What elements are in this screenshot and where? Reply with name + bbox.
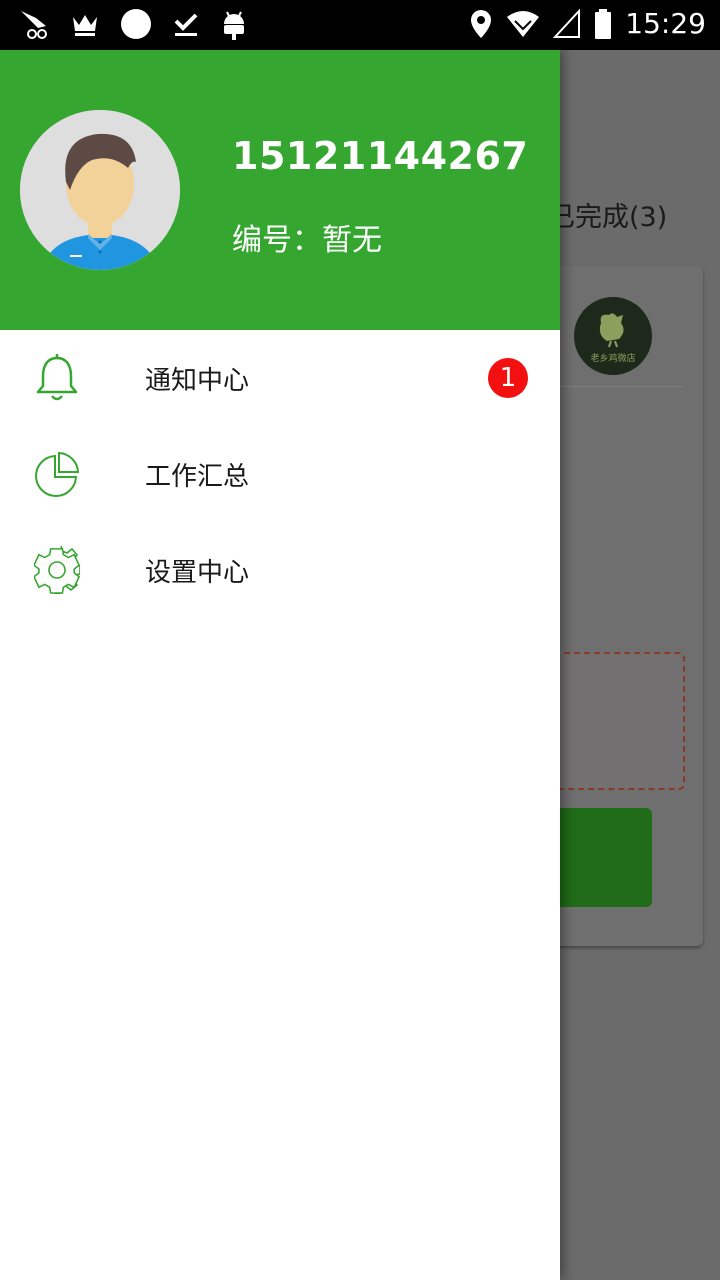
- divider: [560, 386, 684, 387]
- download-done-icon: [172, 9, 200, 39]
- navigation-drawer: 15121144267 编号：暂无 通知中心 1 工作汇总 设置中心: [0, 50, 560, 1280]
- drawer-header: 15121144267 编号：暂无: [0, 50, 560, 330]
- android-icon: [220, 8, 248, 40]
- shop-logo-text: 老乡鸡微店: [590, 353, 636, 364]
- user-code: 编号：暂无: [232, 223, 382, 258]
- gear-icon: [33, 544, 81, 595]
- menu-item-work-summary[interactable]: 工作汇总: [0, 426, 560, 522]
- notification-badge: 1: [488, 358, 528, 398]
- menu-item-settings[interactable]: 设置中心: [0, 522, 560, 618]
- bell-icon: [34, 354, 80, 402]
- battery-icon: [593, 8, 613, 40]
- tab-completed[interactable]: 已完成(3): [548, 195, 667, 234]
- menu-item-label: 通知中心: [145, 366, 250, 396]
- signal-icon: [553, 9, 581, 39]
- shop-logo: 老乡鸡微店: [574, 297, 652, 375]
- bird-notification-icon: [18, 8, 50, 40]
- dashed-area: [548, 652, 685, 790]
- crown-icon: [70, 9, 100, 39]
- clock: 15:29: [625, 7, 706, 40]
- status-bar: 15:29: [0, 0, 720, 50]
- drawer-menu: 通知中心 1 工作汇总 设置中心: [0, 330, 560, 618]
- menu-item-notifications[interactable]: 通知中心 1: [0, 330, 560, 426]
- action-button[interactable]: [548, 808, 652, 907]
- pie-chart-icon: [34, 450, 80, 498]
- avatar[interactable]: [20, 110, 180, 270]
- circle-icon: [120, 8, 152, 40]
- location-icon: [469, 8, 493, 40]
- menu-item-label: 设置中心: [145, 558, 250, 588]
- rooster-icon: [599, 312, 624, 347]
- wifi-icon: [505, 9, 541, 39]
- menu-item-label: 工作汇总: [145, 462, 250, 492]
- user-phone: 15121144267: [232, 134, 529, 178]
